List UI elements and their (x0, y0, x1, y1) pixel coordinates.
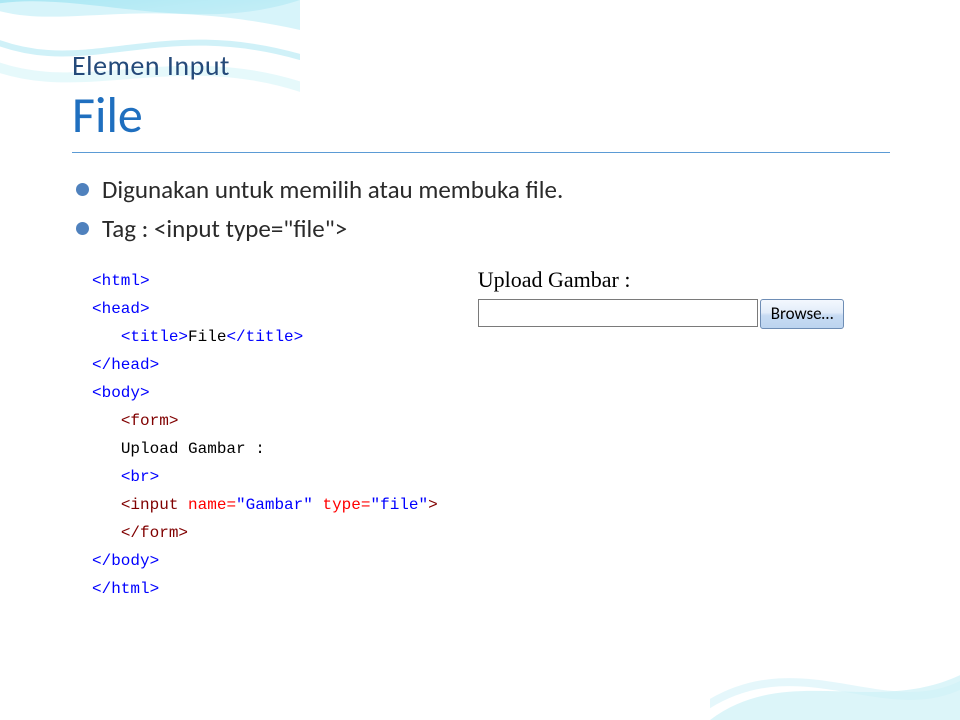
file-input-widget: Browse… (478, 299, 890, 329)
bullet-list: Digunakan untuk memilih atau membuka fil… (72, 171, 890, 249)
code-line: <input name="Gambar" type="file"> (92, 491, 438, 519)
code-line: </head> (92, 351, 438, 379)
code-line: </body> (92, 547, 438, 575)
slide-subtitle: Elemen Input (72, 48, 890, 83)
code-line: <head> (92, 295, 438, 323)
slide-content: Elemen Input File Digunakan untuk memili… (0, 0, 960, 603)
bullet-item: Digunakan untuk memilih atau membuka fil… (72, 171, 890, 210)
code-line: <form> (92, 407, 438, 435)
render-preview: Upload Gambar : Browse… (478, 267, 890, 329)
file-path-field[interactable] (478, 299, 758, 327)
code-line: <br> (92, 463, 438, 491)
slide-title: File (72, 85, 890, 146)
example-row: <html><head> <title>File</title></head><… (72, 267, 890, 603)
code-line: </form> (92, 519, 438, 547)
slide: Elemen Input File Digunakan untuk memili… (0, 0, 960, 720)
bullet-item: Tag : <input type="file"> (72, 210, 890, 249)
code-example: <html><head> <title>File</title></head><… (72, 267, 438, 603)
code-line: </html> (92, 575, 438, 603)
code-line: <html> (92, 267, 438, 295)
code-line: Upload Gambar : (92, 435, 438, 463)
title-divider (72, 152, 890, 153)
upload-label: Upload Gambar : (478, 267, 890, 293)
browse-button[interactable]: Browse… (760, 299, 845, 329)
code-line: <body> (92, 379, 438, 407)
code-line: <title>File</title> (92, 323, 438, 351)
